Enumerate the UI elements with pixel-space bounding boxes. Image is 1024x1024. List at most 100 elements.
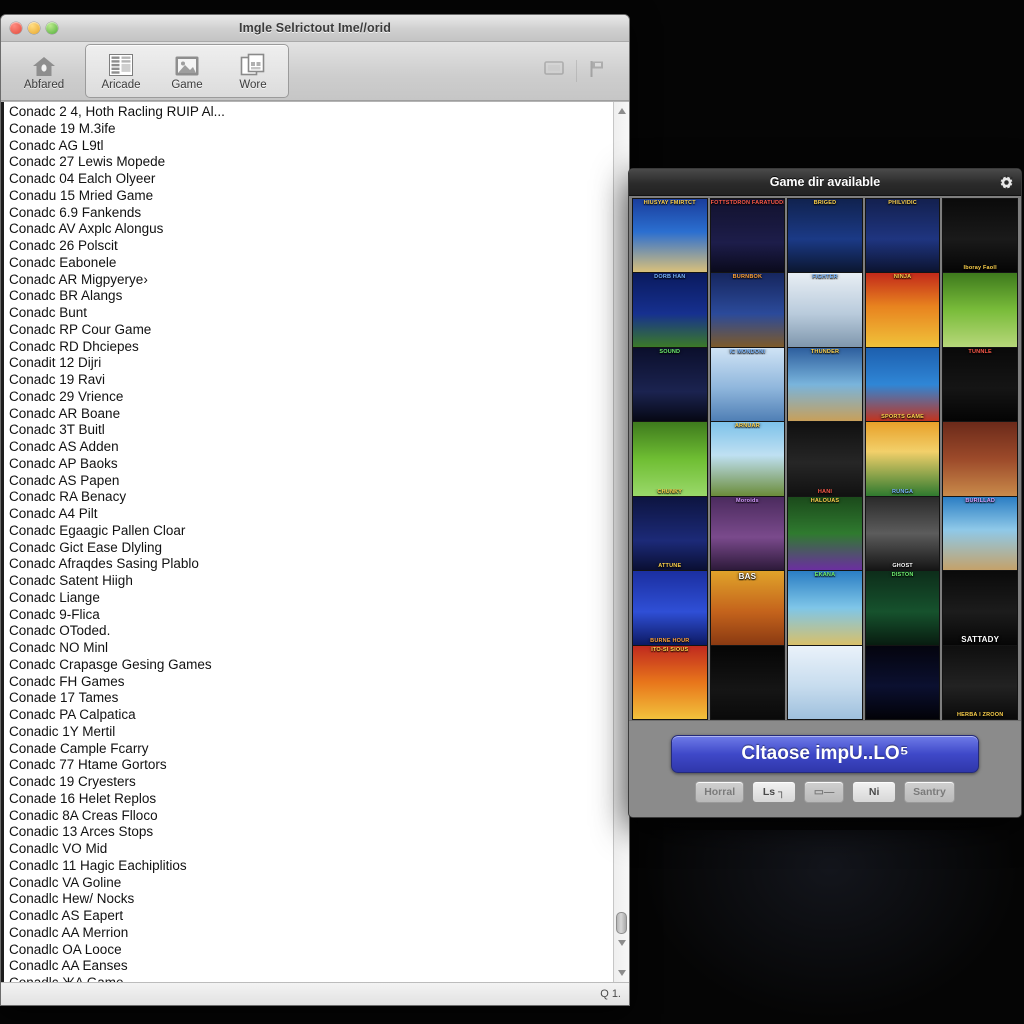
game-thumbnail[interactable]: BRIGED <box>788 199 862 273</box>
toolbar-item-home[interactable]: Abfared <box>11 46 77 96</box>
list-item[interactable]: Conadc AP Baoks <box>4 456 613 473</box>
list-item[interactable]: Conadc 19 Cryesters <box>4 774 613 791</box>
game-thumbnail[interactable]: BURNBOK <box>710 273 785 347</box>
list-item[interactable]: Conadlc 11 Hagic Eachiplitios <box>4 858 613 875</box>
list-item[interactable]: Conade 16 Helet Replos <box>4 791 613 808</box>
gear-icon[interactable] <box>996 172 1016 192</box>
list-item[interactable]: Conadlc Hew/ Nocks <box>4 891 613 908</box>
list-item[interactable]: Conadlc OA Looce <box>4 942 613 959</box>
list-item[interactable]: Conadlc AA Merrion <box>4 925 613 942</box>
rect-icon-button[interactable]: ▭— <box>804 781 845 803</box>
list-item[interactable]: Conadc 77 Htame Gortors <box>4 757 613 774</box>
list-item[interactable]: Conadc 04 Ealch Olyeer <box>4 171 613 188</box>
mini-button-3[interactable]: Ni <box>852 781 897 803</box>
game-thumbnail[interactable]: Moroids <box>710 496 785 571</box>
choose-input-button[interactable]: Cltaose impU..LO⁵ <box>671 735 979 773</box>
mini-button-1[interactable]: Ls ┐ <box>752 781 797 803</box>
list-item[interactable]: Conadc RA Benacy <box>4 489 613 506</box>
toolbar-item-aricade[interactable]: Aricade <box>88 46 154 96</box>
game-thumbnail[interactable] <box>710 645 785 719</box>
list-item[interactable]: Conadu 15 Mried Game <box>4 188 613 205</box>
close-button[interactable] <box>10 22 22 34</box>
list-item[interactable]: Conadc A4 Pilt <box>4 506 613 523</box>
scrollbar-thumb[interactable] <box>616 912 627 934</box>
list-item[interactable]: Conadic 13 Arces Stops <box>4 824 613 841</box>
list-item[interactable]: Conadc FH Games <box>4 674 613 691</box>
list-item[interactable]: Conade 17 Tames <box>4 690 613 707</box>
game-thumbnail[interactable]: ARNUAR <box>710 422 785 496</box>
vertical-scrollbar[interactable] <box>613 102 629 982</box>
list-item[interactable]: Conadc Crapasge Gesing Games <box>4 657 613 674</box>
list-item[interactable]: Conadc Liange <box>4 590 613 607</box>
game-thumbnail[interactable]: BAS <box>710 571 785 645</box>
game-grid[interactable]: HIUSYAY FMIRTCT DORB HAN SOUND CHUNKY ATTUNE… <box>632 198 1018 720</box>
game-thumbnail[interactable]: BURNE HOUR <box>633 571 707 645</box>
game-thumbnail[interactable]: DISTON <box>865 571 940 645</box>
list-item[interactable]: Conadc 6.9 Fankends <box>4 205 613 222</box>
list-item[interactable]: Conadc AS Adden <box>4 439 613 456</box>
game-thumbnail[interactable]: FOTTSTDRON FARATUDDLE <box>710 199 785 273</box>
game-list[interactable]: Conadc 2 4, Hoth Racling RUIP Al... Conad… <box>1 102 613 982</box>
game-thumbnail[interactable]: SATTADY <box>943 571 1017 645</box>
game-thumbnail[interactable]: NINJA <box>865 273 940 347</box>
display-icon[interactable] <box>544 60 564 82</box>
game-thumbnail[interactable]: DORB HAN <box>633 273 707 347</box>
game-thumbnail[interactable]: HERBA I ZROON <box>943 645 1017 719</box>
list-item[interactable]: Conadc 2 4, Hoth Racling RUIP Al... <box>4 104 613 121</box>
list-item[interactable]: Conadc Egaagic Pallen Cloar <box>4 523 613 540</box>
list-item[interactable]: Conadc Eabonele <box>4 255 613 272</box>
list-item[interactable]: Conadc 29 Vrience <box>4 389 613 406</box>
toolbar-item-wore[interactable]: Wore <box>220 46 286 96</box>
game-thumbnail[interactable]: SPORTS GAME <box>865 347 940 422</box>
game-thumbnail[interactable]: THUNDER <box>788 347 862 422</box>
list-item[interactable]: Conadc OToded. <box>4 623 613 640</box>
list-item[interactable]: Conade 19 M.3ife <box>4 121 613 138</box>
scroll-down-arrow-2[interactable] <box>614 966 629 980</box>
list-item[interactable]: Conadc Bunt <box>4 305 613 322</box>
game-window-titlebar[interactable]: Game dir available <box>629 169 1021 196</box>
list-item[interactable]: Conadc 9-Flica <box>4 607 613 624</box>
list-item[interactable]: Conadc 19 Ravi <box>4 372 613 389</box>
list-item[interactable]: Conadc RP Cour Game <box>4 322 613 339</box>
game-thumbnail[interactable] <box>788 645 862 719</box>
list-item[interactable]: Conadc BR Alangs <box>4 288 613 305</box>
list-item[interactable]: Conadc NO Minl <box>4 640 613 657</box>
toolbar-item-game[interactable]: Game <box>154 46 220 96</box>
list-item[interactable]: Conadlc VO Mid <box>4 841 613 858</box>
game-thumbnail[interactable]: IC MONDONI <box>710 347 785 422</box>
list-item[interactable]: Conadc 27 Lewis Mopede <box>4 154 613 171</box>
scroll-up-arrow[interactable] <box>614 104 629 118</box>
list-item[interactable]: Conadc AR Boane <box>4 406 613 423</box>
list-item[interactable]: Conadc Satent Hiigh <box>4 573 613 590</box>
list-item[interactable]: Conadlc VA Goline <box>4 875 613 892</box>
mini-button-4[interactable]: Santry <box>904 781 955 803</box>
list-item[interactable]: Conade Cample Fcarry <box>4 741 613 758</box>
mini-button-0[interactable]: Horral <box>695 781 745 803</box>
list-item[interactable]: Conadc Afraqdes Sasing Plablo <box>4 556 613 573</box>
game-thumbnail[interactable]: HALOUAS <box>788 496 862 571</box>
game-thumbnail[interactable]: RUNGA <box>865 422 940 496</box>
game-thumbnail[interactable]: PHILVIDIC <box>865 199 940 273</box>
game-thumbnail[interactable]: HANI <box>788 422 862 496</box>
list-item[interactable]: Conadc AS Papen <box>4 473 613 490</box>
list-item[interactable]: Conadc Gict Ease Dlyling <box>4 540 613 557</box>
list-item[interactable]: Conadc RD Dhciepes <box>4 339 613 356</box>
game-thumbnail[interactable]: HIUSYAY FMIRTCT <box>633 199 707 273</box>
list-item[interactable]: Conadc AV Axplc Alongus <box>4 221 613 238</box>
game-thumbnail[interactable]: TUNNLE <box>943 347 1017 422</box>
game-thumbnail[interactable]: Iboray Faoll <box>943 199 1017 273</box>
game-thumbnail[interactable]: BURILLAD <box>943 496 1017 571</box>
list-item[interactable]: Conadlc AS Eapert <box>4 908 613 925</box>
game-thumbnail[interactable]: EKANA <box>788 571 862 645</box>
game-thumbnail[interactable]: ITO-SI SIOUS <box>633 645 707 719</box>
list-item[interactable]: Conadc PA Calpatica <box>4 707 613 724</box>
window-titlebar[interactable]: Imgle Selrictout Ime//orid <box>1 15 629 42</box>
scroll-down-arrow-1[interactable] <box>614 936 629 950</box>
list-item[interactable]: Conadc 3T Buitl <box>4 422 613 439</box>
game-thumbnail[interactable]: ATTUNE <box>633 496 707 571</box>
list-item[interactable]: Conadic 8A Creas Flloco <box>4 808 613 825</box>
minimize-button[interactable] <box>28 22 40 34</box>
game-thumbnail[interactable] <box>943 273 1017 347</box>
game-thumbnail[interactable] <box>865 645 940 719</box>
list-item[interactable]: Conadlc AA Eanses <box>4 958 613 975</box>
